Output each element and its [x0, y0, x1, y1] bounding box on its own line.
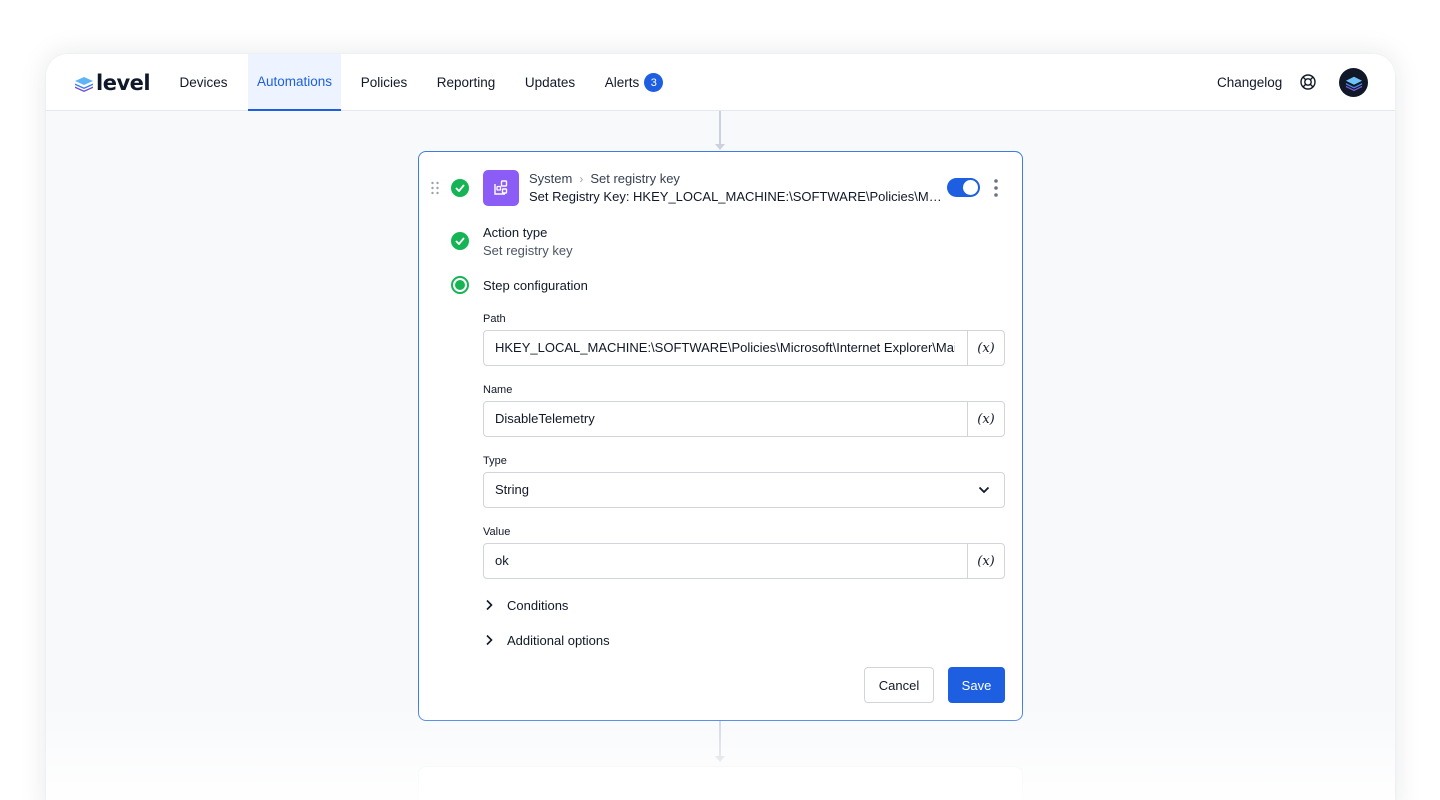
nav-reporting-label: Reporting: [436, 75, 496, 90]
path-label: Path: [483, 313, 506, 325]
step-status-check-icon: [451, 179, 469, 197]
user-avatar[interactable]: [1339, 68, 1368, 97]
changelog-label: Changelog: [1217, 75, 1283, 90]
nav-devices[interactable]: Devices: [163, 54, 244, 111]
level-logo-avatar-icon: [1345, 76, 1362, 91]
registry-step-icon: [483, 170, 519, 206]
value-label: Value: [483, 526, 511, 538]
more-options-icon[interactable]: [991, 178, 1001, 198]
nav-updates[interactable]: Updates: [514, 54, 586, 111]
step-configuration-active-icon: [451, 276, 469, 294]
action-type-check-icon: [451, 232, 469, 250]
name-input[interactable]: DisableTelemetry (x): [483, 401, 1005, 437]
path-input-value: HKEY_LOCAL_MACHINE:\SOFTWARE\Policies\Mi…: [495, 340, 955, 355]
toggle-knob: [963, 180, 978, 195]
chevron-right-icon: [486, 634, 493, 646]
type-select[interactable]: String: [483, 472, 1005, 508]
nav-reporting[interactable]: Reporting: [426, 54, 506, 111]
path-input[interactable]: HKEY_LOCAL_MACHINE:\SOFTWARE\Policies\Mi…: [483, 330, 1005, 366]
breadcrumb-category: System: [529, 171, 573, 186]
level-logo-icon: [75, 77, 93, 92]
step-configuration-heading: Step configuration: [483, 278, 588, 293]
level-logo[interactable]: level: [74, 70, 151, 96]
lifebuoy-icon[interactable]: [1299, 73, 1317, 91]
name-label: Name: [483, 384, 513, 396]
alerts-count-badge: 3: [644, 73, 664, 92]
step-title: Set Registry Key: HKEY_LOCAL_MACHINE:\SO…: [529, 189, 944, 204]
next-step-card[interactable]: [418, 766, 1023, 800]
action-type-heading[interactable]: Action type: [483, 225, 547, 240]
flow-arrow-bottom: [715, 756, 725, 762]
flow-connector-bottom: [719, 721, 721, 757]
save-button[interactable]: Save: [948, 667, 1005, 703]
conditions-toggle[interactable]: Conditions: [483, 595, 568, 615]
step-card: System › Set registry key Set Registry K…: [418, 151, 1023, 721]
flow-arrow-top: [715, 144, 725, 150]
changelog-link[interactable]: Changelog: [1217, 54, 1282, 111]
step-enabled-toggle[interactable]: [947, 178, 980, 197]
nav-devices-label: Devices: [179, 75, 228, 90]
chevron-right-icon: [486, 599, 493, 611]
flow-connector-top: [719, 111, 721, 145]
chevron-right-icon: ›: [579, 171, 584, 186]
additional-options-label: Additional options: [507, 632, 610, 648]
value-variable-button[interactable]: (x): [967, 544, 1004, 578]
drag-handle-icon[interactable]: [430, 181, 440, 195]
type-select-value: String: [495, 482, 529, 497]
breadcrumb-action: Set registry key: [590, 171, 680, 186]
name-variable-button[interactable]: (x): [967, 402, 1004, 436]
chevron-down-icon: [978, 486, 990, 494]
additional-options-toggle[interactable]: Additional options: [483, 630, 610, 650]
type-label: Type: [483, 455, 507, 467]
nav-policies-label: Policies: [360, 75, 408, 90]
conditions-label: Conditions: [507, 597, 569, 613]
nav-automations[interactable]: Automations: [248, 54, 341, 111]
nav-updates-label: Updates: [524, 75, 576, 90]
nav-alerts-label: Alerts: [604, 75, 640, 90]
name-input-value: DisableTelemetry: [495, 411, 595, 426]
action-type-value: Set registry key: [483, 243, 573, 258]
value-input[interactable]: ok (x): [483, 543, 1005, 579]
nav-policies[interactable]: Policies: [348, 54, 420, 111]
value-input-value: ok: [495, 553, 509, 568]
top-navigation: level Devices Automations Policies Repor…: [46, 54, 1395, 111]
nav-alerts[interactable]: Alerts 3: [597, 54, 671, 111]
path-variable-button[interactable]: (x): [967, 331, 1004, 365]
step-breadcrumb: System › Set registry key: [529, 171, 680, 186]
app-window: level Devices Automations Policies Repor…: [46, 54, 1395, 800]
logo-wordmark: level: [96, 71, 151, 95]
cancel-button[interactable]: Cancel: [864, 667, 934, 703]
nav-automations-label: Automations: [256, 74, 333, 89]
